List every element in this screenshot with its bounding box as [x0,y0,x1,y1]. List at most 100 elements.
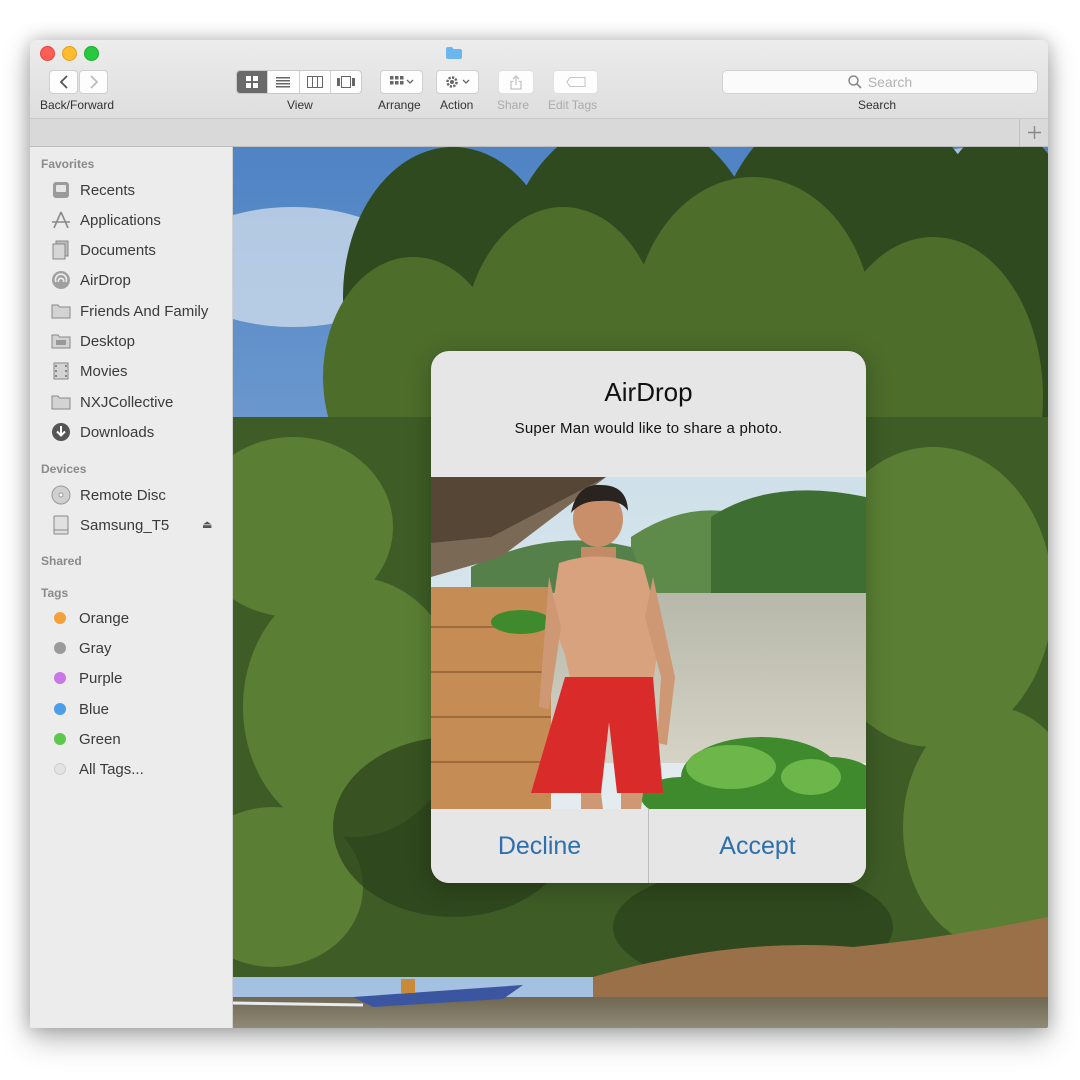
folder-icon [50,301,72,321]
folder-icon [446,47,462,59]
arrange-label: Arrange [378,98,421,112]
favorites-heading: Favorites [41,157,95,171]
sidebar-item-label: NXJCollective [80,393,174,411]
column-view-button[interactable] [300,71,331,93]
sidebar-tag-all-tags[interactable]: All Tags... [50,757,144,781]
arrange-grid-icon [389,76,413,85]
documents-icon [50,240,72,260]
close-window-button[interactable] [40,46,55,61]
tags-heading: Tags [41,586,69,600]
desktop-folder-icon [50,331,72,351]
applications-icon [50,210,72,230]
folder-icon [50,392,72,412]
sidebar-item-label: Green [79,730,121,748]
gallery-view-button[interactable] [331,71,361,93]
sidebar-item-downloads[interactable]: Downloads [50,420,154,444]
airdrop-dialog: AirDrop Super Man would like to share a … [431,351,866,883]
share-icon [510,74,522,90]
sidebar-item-label: AirDrop [80,271,131,289]
minimize-window-button[interactable] [62,46,77,61]
sidebar-item-documents[interactable]: Documents [50,238,156,262]
chevron-right-icon [89,75,98,89]
sidebar-item-label: Orange [79,609,130,627]
arrange-button[interactable] [380,70,423,94]
sidebar-tag-green[interactable]: Green [50,727,121,751]
sidebar-item-friends-and-family[interactable]: Friends And Family [50,299,208,323]
tag-icon [565,77,586,87]
decline-button[interactable]: Decline [431,809,649,883]
tag-color-dot [54,612,66,624]
back-button[interactable] [49,70,78,94]
search-label: Search [858,98,897,112]
sidebar-item-movies[interactable]: Movies [50,359,128,383]
sidebar: Favorites Recents Applications Documents… [30,147,233,1028]
sidebar-item-label: All Tags... [79,760,144,778]
plus-icon [1027,126,1041,139]
view-segmented-control [236,70,362,94]
columns-icon [306,76,323,88]
icon-view-button[interactable] [237,71,269,93]
sidebar-item-label: Applications [80,211,161,229]
sidebar-item-label: Gray [79,639,112,657]
dialog-title: AirDrop [604,377,693,407]
back-forward-label: Back/Forward [40,98,115,112]
zoom-window-button[interactable] [84,46,99,61]
sidebar-item-remote-disc[interactable]: Remote Disc [50,483,166,507]
list-icon [276,76,291,87]
sidebar-tag-gray[interactable]: Gray [50,636,112,660]
action-button[interactable] [436,70,479,94]
share-label: Share [497,98,530,112]
sidebar-tag-orange[interactable]: Orange [50,606,129,630]
tag-color-dot [54,703,66,715]
sidebar-item-label: Samsung_T5 [80,516,170,534]
sidebar-item-recents[interactable]: Recents [50,178,135,202]
sidebar-item-nxjcollective[interactable]: NXJCollective [50,390,173,414]
sidebar-item-samsung-t5[interactable]: Samsung_T5 [50,513,169,537]
tag-color-dot [54,672,66,684]
sidebar-item-applications[interactable]: Applications [50,208,161,232]
disc-icon [50,485,72,505]
tag-color-dot [54,763,66,775]
sidebar-item-label: Movies [80,362,128,380]
dialog-message: Super Man would like to share a photo. [514,420,783,437]
grid-icon [246,76,259,88]
tag-color-dot [54,642,66,654]
view-label: View [287,98,313,112]
search-field[interactable]: Search [722,70,1038,94]
gear-icon [445,76,469,88]
search-placeholder: Search [867,74,913,90]
sidebar-item-label: Downloads [80,423,155,441]
movies-icon [50,361,72,381]
shared-heading: Shared [41,554,82,568]
sidebar-item-desktop[interactable]: Desktop [50,329,135,353]
drive-icon [50,515,72,535]
sidebar-tag-blue[interactable]: Blue [50,697,109,721]
toolbar: Back/Forward View Arrange Action Share E… [30,40,1048,119]
tab-bar [30,119,1048,147]
airdrop-icon [50,270,72,290]
action-label: Action [440,98,474,112]
sidebar-item-label: Desktop [80,332,136,350]
devices-heading: Devices [41,462,87,476]
new-tab-button[interactable] [1019,119,1048,146]
sidebar-tag-purple[interactable]: Purple [50,666,122,690]
accept-button[interactable]: Accept [649,809,866,883]
sidebar-item-label: Documents [80,241,156,259]
eject-icon[interactable]: ⏏ [202,518,212,531]
forward-button[interactable] [79,70,108,94]
sidebar-item-label: Remote Disc [80,486,166,504]
sidebar-item-label: Blue [79,700,110,718]
sidebar-item-label: Friends And Family [80,302,209,320]
list-view-button[interactable] [268,71,300,93]
search-icon [848,75,862,89]
sidebar-item-label: Recents [80,181,136,199]
recents-icon [50,180,72,200]
sidebar-item-label: Purple [79,669,123,687]
edit-tags-label: Edit Tags [548,98,598,112]
chevron-left-icon [59,75,68,89]
share-button[interactable] [498,70,534,94]
gallery-icon [336,76,355,88]
downloads-icon [50,422,72,442]
edit-tags-button[interactable] [553,70,598,94]
sidebar-item-airdrop[interactable]: AirDrop [50,268,131,292]
